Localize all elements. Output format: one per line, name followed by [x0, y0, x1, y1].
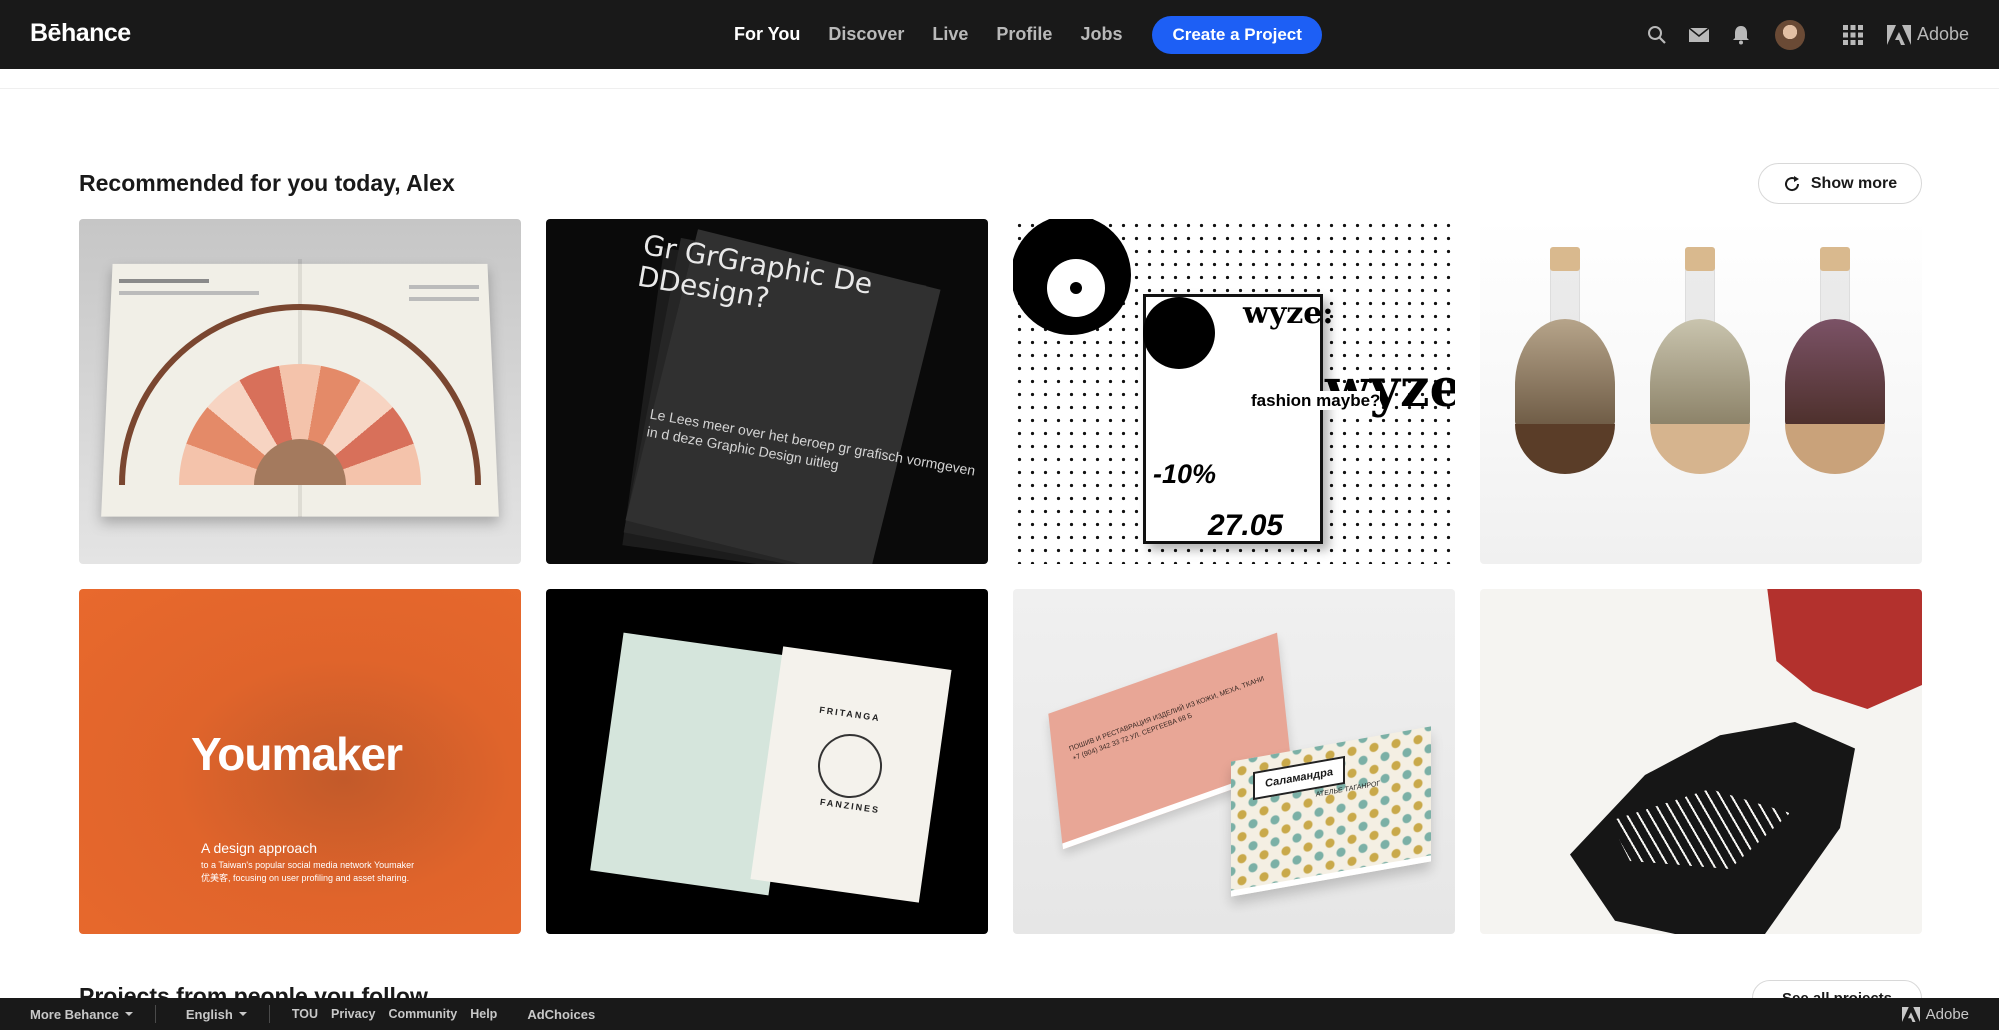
project-card-wyze-poster[interactable]: wyze: wyze: fashion maybe? -10% 27.05 [1013, 219, 1455, 564]
tea-flask [1640, 247, 1760, 499]
nav-profile[interactable]: Profile [982, 24, 1066, 45]
footer-adobe-link[interactable]: Adobe [1901, 998, 1969, 1030]
wyze-brand-small: wyze: [1243, 296, 1334, 331]
more-behance-dropdown[interactable]: More Behance [30, 1007, 133, 1022]
header-divider [0, 88, 1999, 89]
next-section-title: Projects from people you follow [79, 983, 428, 999]
project-card-infographic-book[interactable] [79, 219, 521, 564]
more-behance-label: More Behance [30, 1006, 119, 1022]
youmaker-line3: 优美客, focusing on user profiling and asse… [201, 873, 410, 883]
flask-base [1515, 424, 1615, 474]
main-nav-links: For You Discover Live Profile Jobs Creat… [720, 0, 1322, 69]
youmaker-tagline: A design approach to a Taiwan's popular … [201, 841, 414, 885]
flask-cork [1685, 247, 1715, 271]
vinyl-disc [1013, 219, 1131, 335]
poster-disc [1143, 297, 1215, 369]
book-text-line [119, 291, 259, 295]
flask-bulb [1650, 319, 1750, 429]
flask-cork [1550, 247, 1580, 271]
section-title: Recommended for you today, Alex [79, 170, 455, 196]
tea-flask [1775, 247, 1895, 499]
fashion-question: fashion maybe? [1251, 391, 1381, 410]
create-project-button[interactable]: Create a Project [1152, 15, 1322, 54]
flask-bulb [1515, 319, 1615, 429]
footer-link-tou[interactable]: TOU [292, 1007, 318, 1021]
flask-bulb [1785, 319, 1885, 429]
refresh-icon [1784, 175, 1799, 191]
footer-link-community[interactable]: Community [388, 1007, 457, 1021]
language-label: English [185, 1006, 233, 1022]
nav-for-you[interactable]: For You [720, 24, 814, 45]
adobe-link[interactable]: Adobe [1886, 24, 1969, 45]
project-grid: Gr GrGraphic De DDesign? Le Lees meer ov… [79, 219, 1922, 934]
behance-logo[interactable]: Bēhance [30, 19, 131, 48]
footer-bar: More Behance English TOU Privacy Communi… [0, 998, 1999, 1030]
adobe-logo-icon [1901, 1006, 1920, 1022]
youmaker-line1: A design approach [201, 840, 317, 856]
caret-down-icon [238, 1012, 247, 1016]
poster-date: 27.05 [1208, 509, 1284, 542]
mail-icon[interactable] [1685, 21, 1713, 49]
language-dropdown[interactable]: English [186, 1007, 247, 1022]
footer-link-privacy[interactable]: Privacy [331, 1007, 375, 1021]
nav-live[interactable]: Live [918, 24, 982, 45]
bell-icon[interactable] [1727, 21, 1755, 49]
top-navigation: Bēhance For You Discover Live Profile Jo… [0, 0, 1999, 69]
book-text-line [409, 297, 479, 301]
footer-adobe-label: Adobe [1925, 1005, 1969, 1023]
flask-cork [1820, 247, 1850, 271]
youmaker-logo: Youmaker [191, 727, 403, 781]
caret-down-icon [124, 1012, 133, 1016]
project-card-salamandra[interactable]: ПОШИВ И РЕСТАВРАЦИЯ ИЗДЕЛИЙ ИЗ КОЖИ, МЕХ… [1013, 589, 1455, 934]
nav-icons: Adobe [1629, 0, 1969, 69]
apps-grid-icon[interactable] [1839, 21, 1867, 49]
book-text-line [119, 279, 209, 283]
project-card-woodcut-hand[interactable] [1480, 589, 1922, 934]
nav-discover[interactable]: Discover [814, 24, 918, 45]
adobe-label: Adobe [1916, 24, 1969, 44]
tea-flask [1505, 247, 1625, 499]
red-fingers [1767, 589, 1922, 709]
nav-jobs[interactable]: Jobs [1066, 24, 1136, 45]
youmaker-line2: to a Taiwan's popular social media netwo… [201, 860, 415, 870]
show-more-label: Show more [1810, 174, 1898, 192]
avatar[interactable] [1774, 19, 1805, 50]
show-more-button[interactable]: Show more [1758, 163, 1922, 204]
discount-text: -10% [1153, 459, 1217, 489]
adobe-logo-icon [1886, 24, 1911, 45]
footer-divider [154, 1005, 156, 1023]
flask-base [1650, 424, 1750, 474]
footer-link-adchoices[interactable]: AdChoices [527, 1007, 595, 1022]
project-card-youmaker[interactable]: Youmaker A design approach to a Taiwan's… [79, 589, 521, 934]
project-card-tea-flasks[interactable] [1480, 219, 1922, 564]
flask-base [1785, 424, 1885, 474]
footer-link-help[interactable]: Help [470, 1007, 497, 1021]
book-text-line [409, 285, 479, 289]
project-card-graphic-design[interactable]: Gr GrGraphic De DDesign? Le Lees meer ov… [546, 219, 988, 564]
youmaker-logo-text: Youmaker [191, 728, 403, 780]
search-icon[interactable] [1643, 21, 1671, 49]
project-card-fritanga[interactable]: FRITANGA FANZINES [546, 589, 988, 934]
footer-divider [268, 1005, 270, 1023]
